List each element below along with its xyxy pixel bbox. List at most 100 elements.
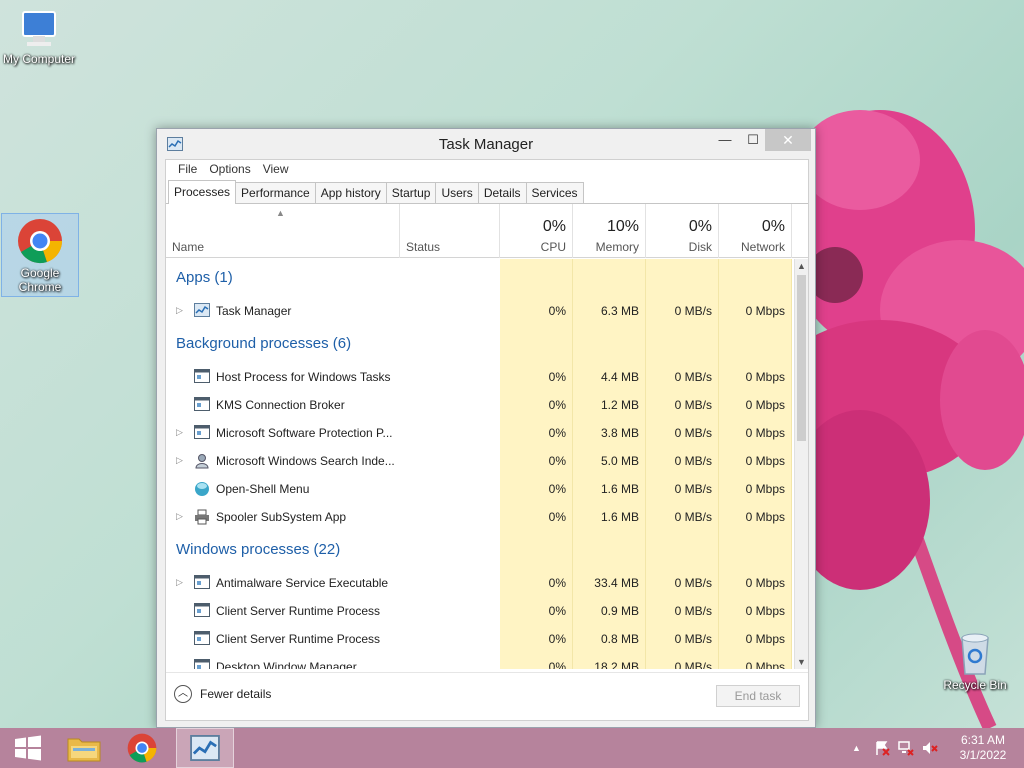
process-cpu: 0% — [548, 660, 566, 669]
task-manager-icon — [194, 303, 210, 320]
column-status-label: Status — [406, 240, 441, 254]
process-name: Client Server Runtime Process — [216, 604, 381, 618]
start-button[interactable] — [0, 728, 56, 768]
desktop-icon-recycle-bin[interactable]: Recycle Bin — [936, 630, 1014, 692]
process-disk: 0 MB/s — [674, 604, 712, 618]
process-cpu: 0% — [548, 370, 566, 384]
process-disk: 0 MB/s — [674, 632, 712, 646]
taskbar-task-manager[interactable] — [176, 728, 234, 768]
process-memory: 3.8 MB — [600, 426, 639, 440]
column-memory[interactable]: 10% Memory — [573, 204, 646, 258]
desktop-icon-google-chrome[interactable]: Google Chrome — [1, 213, 79, 297]
process-memory: 4.4 MB — [600, 370, 639, 384]
footer: ︿ Fewer details End task — [166, 672, 808, 720]
table-row[interactable]: Open-Shell Menu 0% 1.6 MB 0 MB/s 0 Mbps — [166, 475, 794, 503]
group-header: Background processes (6) — [166, 329, 794, 357]
tab-processes[interactable]: Processes — [168, 180, 237, 204]
action-center-flag-icon[interactable] — [874, 740, 890, 756]
chrome-icon — [18, 219, 63, 264]
process-network: 0 Mbps — [745, 576, 785, 590]
column-header: ▲ Name Status 0% CPU 10% Memory 0% Disk … — [166, 204, 808, 258]
process-network: 0 Mbps — [745, 510, 785, 524]
tab-app-history[interactable]: App history — [314, 182, 387, 203]
taskbar-file-explorer[interactable] — [56, 728, 112, 768]
process-window-icon — [194, 603, 210, 620]
process-cpu: 0% — [548, 304, 566, 318]
title-bar[interactable]: Task Manager — ☐ ✕ — [157, 129, 815, 159]
process-disk: 0 MB/s — [674, 482, 712, 496]
scroll-thumb[interactable] — [797, 275, 806, 441]
table-row[interactable]: ▷ Microsoft Windows Search Inde... 0% 5.0 M… — [166, 447, 794, 475]
column-status[interactable]: Status — [400, 204, 500, 258]
network-icon[interactable] — [898, 740, 914, 756]
group-header: Windows processes (22) — [166, 535, 794, 563]
tab-services[interactable]: Services — [525, 182, 584, 203]
tab-details[interactable]: Details — [477, 182, 527, 203]
table-row[interactable]: ▷ Spooler SubSystem App 0% 1.6 MB 0 MB/s 0 Mb… — [166, 503, 794, 531]
column-network[interactable]: 0% Network — [719, 204, 792, 258]
close-button[interactable]: ✕ — [765, 129, 811, 151]
maximize-button[interactable]: ☐ — [739, 129, 767, 151]
vertical-scrollbar[interactable]: ▲ ▼ — [794, 259, 808, 669]
menu-bar: File Options View — [166, 160, 808, 178]
process-list: Apps (1) ▷ Task Manager 0% 6.3 MB 0 MB/s 0 Mbp… — [166, 259, 794, 669]
table-row[interactable]: ▷ Task Manager 0% 6.3 MB 0 MB/s 0 Mbps — [166, 297, 794, 325]
fewer-details-button[interactable]: ︿ Fewer details — [174, 685, 271, 703]
tab-strip: Processes Performance App history Startu… — [166, 178, 808, 204]
process-disk: 0 MB/s — [674, 370, 712, 384]
group-header: Apps (1) — [166, 263, 794, 291]
expand-arrow-icon[interactable]: ▷ — [176, 511, 183, 522]
tab-performance[interactable]: Performance — [235, 182, 316, 203]
process-cpu: 0% — [548, 426, 566, 440]
memory-total: 10% — [606, 218, 639, 235]
scroll-down-icon[interactable]: ▼ — [795, 655, 808, 669]
expand-arrow-icon[interactable]: ▷ — [176, 427, 183, 438]
table-row[interactable]: ▷ Microsoft Software Protection P... 0% 3.8… — [166, 419, 794, 447]
column-network-label: Network — [740, 240, 785, 254]
expand-arrow-icon[interactable]: ▷ — [176, 305, 183, 316]
process-window-icon — [194, 369, 210, 386]
clock-time: 6:31 AM — [960, 733, 1006, 747]
table-row[interactable]: Client Server Runtime Process 0% 0.9 MB 0 M… — [166, 597, 794, 625]
expand-arrow-icon[interactable]: ▷ — [176, 455, 183, 466]
taskbar-chrome[interactable] — [114, 728, 170, 768]
expand-arrow-icon[interactable]: ▷ — [176, 577, 183, 588]
minimize-button[interactable]: — — [711, 129, 739, 151]
tab-startup[interactable]: Startup — [385, 182, 437, 203]
group-title: Background processes (6) — [176, 335, 352, 352]
menu-options[interactable]: Options — [203, 160, 256, 178]
table-row[interactable]: Host Process for Windows Tasks 0% 4.4 MB 0 … — [166, 363, 794, 391]
process-network: 0 Mbps — [745, 604, 785, 618]
end-task-button[interactable]: End task — [716, 685, 800, 707]
system-clock[interactable]: 6:31 AM 3/1/2022 — [950, 733, 1016, 763]
process-name: Client Server Runtime Process — [216, 632, 381, 646]
table-row[interactable]: KMS Connection Broker 0% 1.2 MB 0 MB/s 0 Mbp… — [166, 391, 794, 419]
process-network: 0 Mbps — [745, 304, 785, 318]
process-memory: 18.2 MB — [594, 660, 639, 669]
table-row[interactable]: Desktop Window Manager 0% 18.2 MB 0 MB/s 0 M… — [166, 653, 794, 669]
table-row[interactable]: Client Server Runtime Process 0% 0.8 MB 0 M… — [166, 625, 794, 653]
task-manager-icon — [190, 735, 220, 761]
menu-file[interactable]: File — [172, 160, 203, 178]
scroll-up-icon[interactable]: ▲ — [795, 259, 808, 273]
menu-view[interactable]: View — [257, 160, 295, 178]
process-name: Spooler SubSystem App — [216, 510, 347, 524]
process-memory: 5.0 MB — [600, 454, 639, 468]
chrome-icon — [127, 733, 157, 763]
column-name[interactable]: ▲ Name — [166, 204, 400, 258]
desktop-icon-my-computer[interactable]: My Computer — [0, 8, 78, 66]
tab-users[interactable]: Users — [435, 182, 479, 203]
process-cpu: 0% — [548, 482, 566, 496]
process-cpu: 0% — [548, 510, 566, 524]
table-row[interactable]: ▷ Antimalware Service Executable 0% 33.4 MB… — [166, 569, 794, 597]
process-network: 0 Mbps — [745, 454, 785, 468]
process-memory: 0.9 MB — [600, 604, 639, 618]
show-hidden-icons-icon[interactable]: ▲ — [852, 743, 861, 753]
column-disk[interactable]: 0% Disk — [646, 204, 719, 258]
taskbar: ▲ 6:31 AM 3/1/2022 — [0, 728, 1024, 768]
process-cpu: 0% — [548, 454, 566, 468]
column-cpu[interactable]: 0% CPU — [500, 204, 573, 258]
windows-logo-icon — [15, 735, 41, 761]
volume-muted-icon[interactable] — [922, 740, 938, 756]
process-network: 0 Mbps — [745, 370, 785, 384]
